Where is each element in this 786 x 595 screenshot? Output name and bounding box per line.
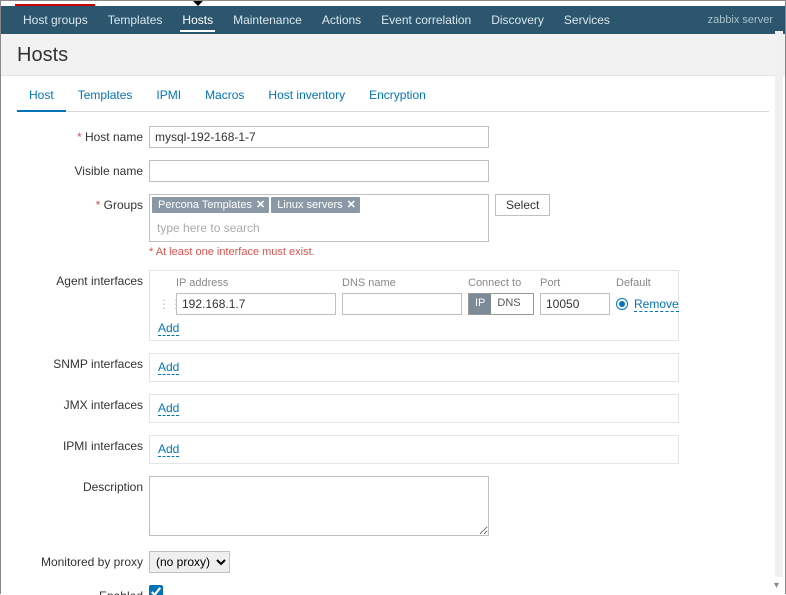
nav-discovery[interactable]: Discovery <box>481 6 554 34</box>
groups-hint: At least one interface must exist. <box>149 246 769 258</box>
label-ipmi-interfaces: IPMI interfaces <box>17 435 149 453</box>
iface-port-input[interactable] <box>540 293 610 315</box>
visible-name-input[interactable] <box>149 160 489 182</box>
agent-interfaces-box: IP address DNS name Connect to Port Defa… <box>149 270 679 341</box>
group-tag-label: Percona Templates <box>158 199 252 211</box>
connect-to-toggle[interactable]: IP DNS <box>468 293 534 315</box>
proxy-select[interactable]: (no proxy) <box>149 551 230 573</box>
col-ip: IP address <box>176 277 336 289</box>
groups-search-input[interactable] <box>152 217 486 239</box>
nav-items: Host groups Templates Hosts Maintenance … <box>13 6 620 34</box>
tab-encryption[interactable]: Encryption <box>357 80 438 111</box>
jmx-interfaces-box: Add <box>149 394 679 423</box>
add-ipmi-interface-link[interactable]: Add <box>158 442 179 457</box>
nav-event-correlation[interactable]: Event correlation <box>371 6 481 34</box>
connect-dns-option[interactable]: DNS <box>491 294 526 314</box>
tab-host-inventory[interactable]: Host inventory <box>256 80 357 111</box>
group-tag[interactable]: Percona Templates ✕ <box>152 197 269 213</box>
label-groups: Groups <box>17 194 149 212</box>
add-snmp-interface-link[interactable]: Add <box>158 360 179 375</box>
nav-maintenance[interactable]: Maintenance <box>223 6 312 34</box>
close-icon[interactable]: ✕ <box>256 200 265 211</box>
host-form: Host name Visible name Groups Percona Te… <box>17 112 769 595</box>
nav-server-label: zabbix server <box>708 14 773 26</box>
page-header: Hosts <box>1 34 785 76</box>
label-agent-interfaces: Agent interfaces <box>17 270 149 288</box>
col-connect: Connect to <box>468 277 534 289</box>
group-tag[interactable]: Linux servers ✕ <box>271 197 360 213</box>
iface-ip-input[interactable] <box>176 293 336 315</box>
add-jmx-interface-link[interactable]: Add <box>158 401 179 416</box>
tab-ipmi[interactable]: IPMI <box>144 80 193 111</box>
label-monitored-by-proxy: Monitored by proxy <box>17 551 149 569</box>
content: Host Templates IPMI Macros Host inventor… <box>1 76 785 595</box>
scrollbar[interactable] <box>775 31 783 577</box>
default-radio[interactable] <box>616 298 628 310</box>
label-description: Description <box>17 476 149 494</box>
nav-hosts[interactable]: Hosts <box>172 6 223 34</box>
col-dns: DNS name <box>342 277 462 289</box>
remove-interface-link[interactable]: Remove <box>634 297 679 312</box>
agent-interface-row: ⋮⋮ IP DNS Remove <box>158 293 670 315</box>
tab-templates[interactable]: Templates <box>66 80 145 111</box>
drag-handle-icon[interactable]: ⋮⋮ <box>158 297 170 311</box>
tab-host[interactable]: Host <box>17 80 66 112</box>
add-agent-interface-link[interactable]: Add <box>158 321 179 336</box>
snmp-interfaces-box: Add <box>149 353 679 382</box>
close-icon[interactable]: ✕ <box>347 200 356 211</box>
iface-dns-input[interactable] <box>342 293 462 315</box>
col-default: Default <box>616 277 706 289</box>
description-textarea[interactable] <box>149 476 489 536</box>
nav-actions[interactable]: Actions <box>312 6 371 34</box>
group-tag-label: Linux servers <box>277 199 342 211</box>
label-snmp-interfaces: SNMP interfaces <box>17 353 149 371</box>
tab-macros[interactable]: Macros <box>193 80 256 111</box>
groups-select-button[interactable]: Select <box>495 194 550 216</box>
nav-templates[interactable]: Templates <box>98 6 173 34</box>
connect-ip-option[interactable]: IP <box>469 294 491 314</box>
label-jmx-interfaces: JMX interfaces <box>17 394 149 412</box>
groups-multiselect[interactable]: Percona Templates ✕ Linux servers ✕ <box>149 194 489 242</box>
host-name-input[interactable] <box>149 126 489 148</box>
top-navbar: Host groups Templates Hosts Maintenance … <box>1 6 785 34</box>
col-port: Port <box>540 277 610 289</box>
nav-services[interactable]: Services <box>554 6 620 34</box>
ipmi-interfaces-box: Add <box>149 435 679 464</box>
nav-host-groups[interactable]: Host groups <box>13 6 98 34</box>
label-host-name: Host name <box>17 126 149 144</box>
page-title: Hosts <box>17 44 769 67</box>
subtabs: Host Templates IPMI Macros Host inventor… <box>17 80 769 112</box>
label-visible-name: Visible name <box>17 160 149 178</box>
